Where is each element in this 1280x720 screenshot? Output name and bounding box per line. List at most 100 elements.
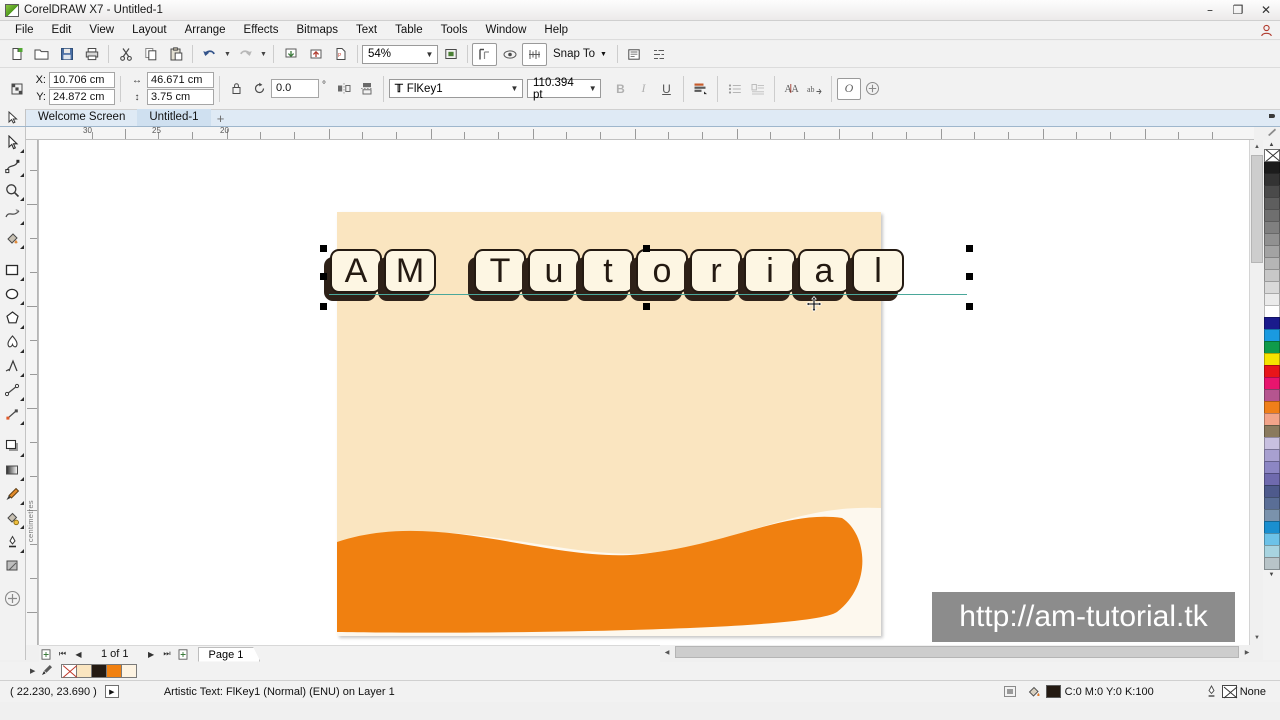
straight-line-connector-tool[interactable] xyxy=(1,402,25,426)
zoom-level-combo[interactable]: 54% ▼ xyxy=(362,44,438,64)
scroll-up-button[interactable]: ▲ xyxy=(1250,140,1264,154)
flyout-arrow-icon[interactable] xyxy=(19,421,24,425)
polygon-tool[interactable] xyxy=(1,306,25,330)
save-document-button[interactable] xyxy=(54,43,79,66)
horizontal-scroll-thumb[interactable] xyxy=(675,646,1239,658)
text-tool[interactable] xyxy=(1,354,25,378)
rectangle-tool[interactable] xyxy=(1,258,25,282)
chevron-down-icon[interactable]: ▼ xyxy=(585,80,600,97)
menu-help[interactable]: Help xyxy=(535,22,577,38)
mirror-vertical-icon[interactable] xyxy=(355,78,378,100)
object-properties-icon[interactable] xyxy=(1267,113,1277,125)
italic-icon[interactable]: I xyxy=(632,78,655,100)
object-position-anchor-icon[interactable] xyxy=(4,77,29,100)
copy-button[interactable] xyxy=(138,43,163,66)
print-button[interactable] xyxy=(79,43,104,66)
palette-swatch-none[interactable] xyxy=(61,664,78,678)
publish-to-pdf-button[interactable]: P xyxy=(328,43,353,66)
show-grid-button[interactable] xyxy=(472,42,497,66)
palette-swatch-dark-brown[interactable] xyxy=(91,664,108,678)
export-button[interactable] xyxy=(303,43,328,66)
flyout-arrow-icon[interactable] xyxy=(19,221,24,225)
selection-handle[interactable] xyxy=(643,245,650,252)
menu-layout[interactable]: Layout xyxy=(123,22,176,38)
minimize-button[interactable]: – xyxy=(1196,0,1224,21)
object-manager-icon[interactable] xyxy=(1267,127,1277,139)
flyout-arrow-icon[interactable] xyxy=(19,453,24,457)
text-align-icon[interactable] xyxy=(689,78,712,100)
next-page-button[interactable]: ▶ xyxy=(144,647,159,662)
chevron-down-icon[interactable]: ▼ xyxy=(600,51,607,58)
add-page-before-button[interactable] xyxy=(39,647,54,662)
tab-welcome-screen[interactable]: Welcome Screen xyxy=(26,109,137,126)
parallel-dimension-tool[interactable] xyxy=(1,378,25,402)
tab-untitled-1[interactable]: Untitled-1 xyxy=(137,109,211,126)
vertical-scrollbar[interactable]: ▲ ▼ xyxy=(1249,140,1264,645)
vertical-scroll-thumb[interactable] xyxy=(1251,155,1263,263)
menu-arrange[interactable]: Arrange xyxy=(176,22,235,38)
add-more-icon[interactable] xyxy=(861,78,884,100)
y-position-input[interactable]: 24.872 cm xyxy=(49,89,115,105)
drop-shadow-tool[interactable] xyxy=(1,434,25,458)
paste-button[interactable] xyxy=(163,43,188,66)
interactive-fill-tool[interactable] xyxy=(1,506,25,530)
menu-edit[interactable]: Edit xyxy=(43,22,81,38)
menu-text[interactable]: Text xyxy=(347,22,386,38)
color-eyedropper-tool[interactable] xyxy=(1,482,25,506)
redo-button[interactable] xyxy=(233,43,258,66)
palette-swatch-orange[interactable] xyxy=(106,664,123,678)
menu-window[interactable]: Window xyxy=(476,22,535,38)
zoom-tool[interactable] xyxy=(1,178,25,202)
scroll-right-button[interactable]: ▶ xyxy=(1240,645,1254,659)
smart-fill-tool[interactable] xyxy=(1,226,25,250)
palette-scroll-down-button[interactable]: ▼ xyxy=(1263,570,1280,579)
flyout-arrow-icon[interactable] xyxy=(19,277,24,281)
selection-handle[interactable] xyxy=(320,273,327,280)
scroll-down-button[interactable]: ▼ xyxy=(1250,631,1264,645)
flyout-arrow-icon[interactable] xyxy=(19,173,24,177)
menu-effects[interactable]: Effects xyxy=(235,22,288,38)
basic-shapes-tool[interactable] xyxy=(1,330,25,354)
redo-dropdown-caret[interactable]: ▼ xyxy=(258,43,269,66)
chevron-down-icon[interactable]: ▼ xyxy=(422,46,437,63)
close-button[interactable]: ✕ xyxy=(1252,0,1280,21)
palette-scroll-up-button[interactable]: ▲ xyxy=(1263,140,1280,149)
quick-customize-button[interactable] xyxy=(1,586,25,610)
flyout-arrow-icon[interactable] xyxy=(19,397,24,401)
horizontal-ruler[interactable]: 30 25 20 xyxy=(26,127,1254,140)
undo-button[interactable] xyxy=(197,43,222,66)
first-page-button[interactable]: ⏮ xyxy=(55,647,70,662)
palette-expand-icon[interactable]: ▶ xyxy=(30,667,35,675)
maximize-button[interactable]: ❐ xyxy=(1224,0,1252,21)
flyout-arrow-icon[interactable] xyxy=(19,525,24,529)
flyout-arrow-icon[interactable] xyxy=(19,373,24,377)
flyout-arrow-icon[interactable] xyxy=(19,149,24,153)
show-baseline-grid-button[interactable] xyxy=(522,42,547,66)
undo-dropdown-caret[interactable]: ▼ xyxy=(222,43,233,66)
drawing-canvas[interactable]: A M T u t o r i a l http://am-tutorial.t… xyxy=(39,140,1254,645)
options-button[interactable] xyxy=(622,43,647,66)
x-position-input[interactable]: 10.706 cm xyxy=(49,72,115,88)
new-document-button[interactable] xyxy=(4,43,29,66)
menu-bitmaps[interactable]: Bitmaps xyxy=(287,22,347,38)
bold-icon[interactable]: B xyxy=(609,78,632,100)
vertical-ruler[interactable] xyxy=(26,140,39,645)
page-tab-page-1[interactable]: Page 1 xyxy=(197,646,261,662)
selection-handle[interactable] xyxy=(966,303,973,310)
selection-handle[interactable] xyxy=(966,245,973,252)
open-document-button[interactable] xyxy=(29,43,54,66)
no-color-swatch[interactable] xyxy=(1263,149,1280,162)
flyout-arrow-icon[interactable] xyxy=(19,349,24,353)
flyout-arrow-icon[interactable] xyxy=(19,301,24,305)
flyout-arrow-icon[interactable] xyxy=(19,325,24,329)
horizontal-scrollbar[interactable]: ◀ ▶ xyxy=(660,645,1254,659)
snap-to-dropdown[interactable]: Snap To ▼ xyxy=(547,46,613,62)
height-input[interactable]: 3.75 cm xyxy=(147,89,214,105)
artistic-text-object[interactable]: A M T u t o r i a l xyxy=(324,249,904,301)
freehand-tool[interactable] xyxy=(1,202,25,226)
fill-tool[interactable] xyxy=(1,554,25,578)
outline-tool[interactable] xyxy=(1,530,25,554)
palette-color-swatch[interactable] xyxy=(1263,557,1280,570)
flyout-arrow-icon[interactable] xyxy=(19,549,24,553)
menu-view[interactable]: View xyxy=(80,22,123,38)
